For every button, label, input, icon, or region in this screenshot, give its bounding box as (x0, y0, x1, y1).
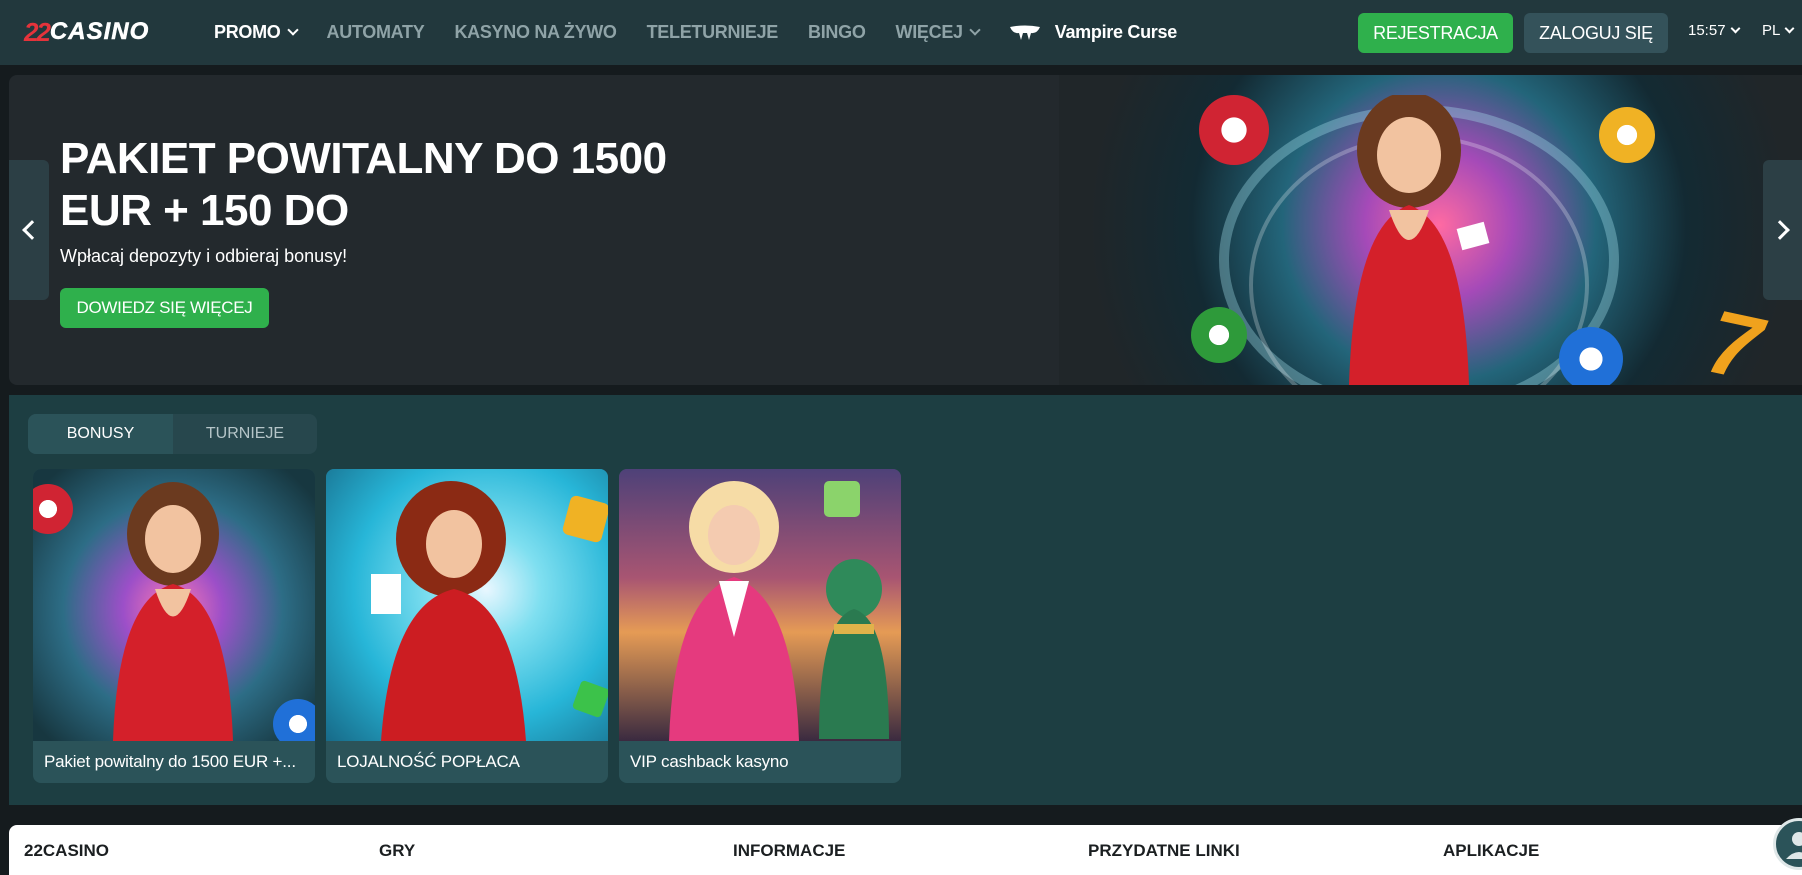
nav-item-live-casino[interactable]: KASYNO NA ŻYWO (454, 22, 616, 43)
nav-item-automaty[interactable]: AUTOMATY (327, 22, 425, 43)
tab-tournaments[interactable]: TURNIEJE (173, 414, 317, 454)
gem-graphic (571, 679, 608, 719)
casino-chip-graphic (1599, 107, 1655, 163)
footer-column-title: PRZYDATNE LINKI (1088, 841, 1240, 860)
top-header: 22 CASINO PROMO AUTOMATY KASYNO NA ŻYWO … (0, 0, 1802, 65)
hero-subtitle: Wpłacaj depozyty i odbieraj bonusy! (60, 246, 348, 266)
nav-item-label: WIĘCEJ (895, 22, 964, 42)
featured-game-link[interactable]: Vampire Curse (1009, 22, 1177, 43)
jade-cat-statue-illustration (819, 559, 889, 739)
clock-time: 15:57 (1688, 22, 1726, 39)
promo-card-image (33, 469, 315, 741)
learn-more-button[interactable]: DOWIEDZ SIĘ WIĘCEJ (60, 288, 269, 328)
footer-column-title: INFORMACJE (733, 841, 846, 860)
nav-item-label: AUTOMATY (326, 22, 425, 42)
promo-card-loyalty[interactable]: LOJALNOŚĆ POPŁACA (326, 469, 608, 783)
footer-column-title: GRY (379, 841, 416, 860)
chevron-left-icon (22, 220, 42, 240)
site-footer: 22CASINO GRY INFORMACJE PRZYDATNE LINKI … (9, 825, 1802, 875)
gem-graphic (824, 481, 860, 517)
casino-chip-graphic (1559, 327, 1623, 385)
main-nav: PROMO AUTOMATY KASYNO NA ŻYWO TELETURNIE… (214, 0, 1177, 65)
hero-title: PAKIET POWITALNY DO 1500 EUR + 150 DO (60, 134, 667, 235)
nav-item-bingo[interactable]: BINGO (808, 22, 866, 43)
support-agent-icon (1786, 832, 1802, 859)
chevron-down-icon (286, 24, 299, 36)
nav-item-more[interactable]: WIĘCEJ (895, 22, 981, 43)
site-logo[interactable]: 22 CASINO (24, 16, 149, 48)
casino-chip-graphic (1199, 95, 1269, 165)
promo-card-title: Pakiet powitalny do 1500 EUR +... (44, 752, 296, 771)
promo-card-vip[interactable]: VIP cashback kasyno (619, 469, 901, 783)
casino-chip-graphic (1191, 307, 1247, 363)
promo-tabs: BONUSY TURNIEJE (28, 414, 317, 454)
nav-item-label: TELETURNIEJE (646, 22, 779, 42)
promo-card-image (619, 469, 901, 741)
vip-host-illustration (669, 481, 799, 741)
nav-item-label: BINGO (808, 22, 866, 42)
logo-number: 22 (24, 16, 51, 47)
promo-card-title: LOJALNOŚĆ POPŁACA (337, 752, 520, 771)
chevron-down-icon (1784, 23, 1795, 33)
footer-column-title: 22CASINO (24, 841, 110, 860)
promo-card-image (326, 469, 608, 741)
register-button[interactable]: REJESTRACJA (1358, 13, 1513, 53)
logo-text: CASINO (49, 18, 150, 46)
nav-item-teleturnieje[interactable]: TELETURNIEJE (646, 22, 779, 43)
nav-item-label: PROMO (214, 22, 281, 42)
language-code: PL (1762, 22, 1781, 39)
carousel-next-button[interactable] (1763, 160, 1802, 300)
promo-cards: Pakiet powitalny do 1500 EUR +... LOJALN… (33, 469, 912, 783)
footer-column-title: APLIKACJE (1443, 841, 1540, 860)
hostess-illustration (113, 482, 233, 741)
time-selector[interactable]: 15:57 (1688, 22, 1740, 39)
chevron-down-icon (1730, 23, 1740, 33)
casino-chip-graphic (273, 699, 315, 741)
hostess-illustration (1349, 95, 1490, 385)
nav-item-label: KASYNO NA ŻYWO (454, 22, 617, 42)
chevron-right-icon (1769, 220, 1790, 240)
promotions-section: BONUSY TURNIEJE Pakiet powitalny do 1500… (9, 395, 1802, 805)
gem-graphic (561, 494, 608, 544)
featured-game-label: Vampire Curse (1054, 22, 1177, 42)
hostess-illustration (371, 481, 526, 741)
vampire-fangs-icon (1009, 25, 1040, 40)
promo-card-welcome[interactable]: Pakiet powitalny do 1500 EUR +... (33, 469, 315, 783)
casino-chip-graphic (33, 484, 73, 534)
login-button[interactable]: ZALOGUJ SIĘ (1524, 13, 1668, 53)
chevron-down-icon (969, 24, 981, 36)
carousel-prev-button[interactable] (9, 160, 49, 300)
language-selector[interactable]: PL (1762, 22, 1795, 39)
nav-item-promo[interactable]: PROMO (214, 22, 299, 43)
support-chat-button[interactable] (1773, 818, 1802, 870)
promo-card-title: VIP cashback kasyno (630, 752, 789, 771)
tab-bonuses[interactable]: BONUSY (28, 414, 173, 454)
